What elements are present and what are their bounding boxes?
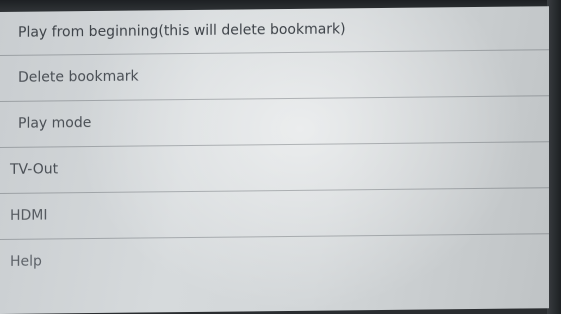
bezel-right xyxy=(547,0,561,314)
menu-item-help[interactable]: Help xyxy=(0,234,549,285)
menu-item-label: HDMI xyxy=(10,207,48,224)
menu-item-delete-bookmark[interactable]: Delete bookmark xyxy=(0,50,549,102)
menu-item-play-mode[interactable]: Play mode xyxy=(0,96,549,148)
menu-item-label: TV-Out xyxy=(10,161,59,178)
device-screen: Play from beginning(this will delete boo… xyxy=(0,0,561,314)
context-menu: Play from beginning(this will delete boo… xyxy=(0,6,549,314)
menu-item-label: Play from beginning(this will delete boo… xyxy=(18,21,346,41)
menu-item-label: Help xyxy=(10,253,42,270)
menu-item-label: Play mode xyxy=(18,115,92,132)
menu-item-tv-out[interactable]: TV-Out xyxy=(0,142,549,194)
menu-item-play-from-beginning[interactable]: Play from beginning(this will delete boo… xyxy=(0,6,549,56)
menu-item-label: Delete bookmark xyxy=(18,68,139,86)
menu-item-hdmi[interactable]: HDMI xyxy=(0,188,549,240)
